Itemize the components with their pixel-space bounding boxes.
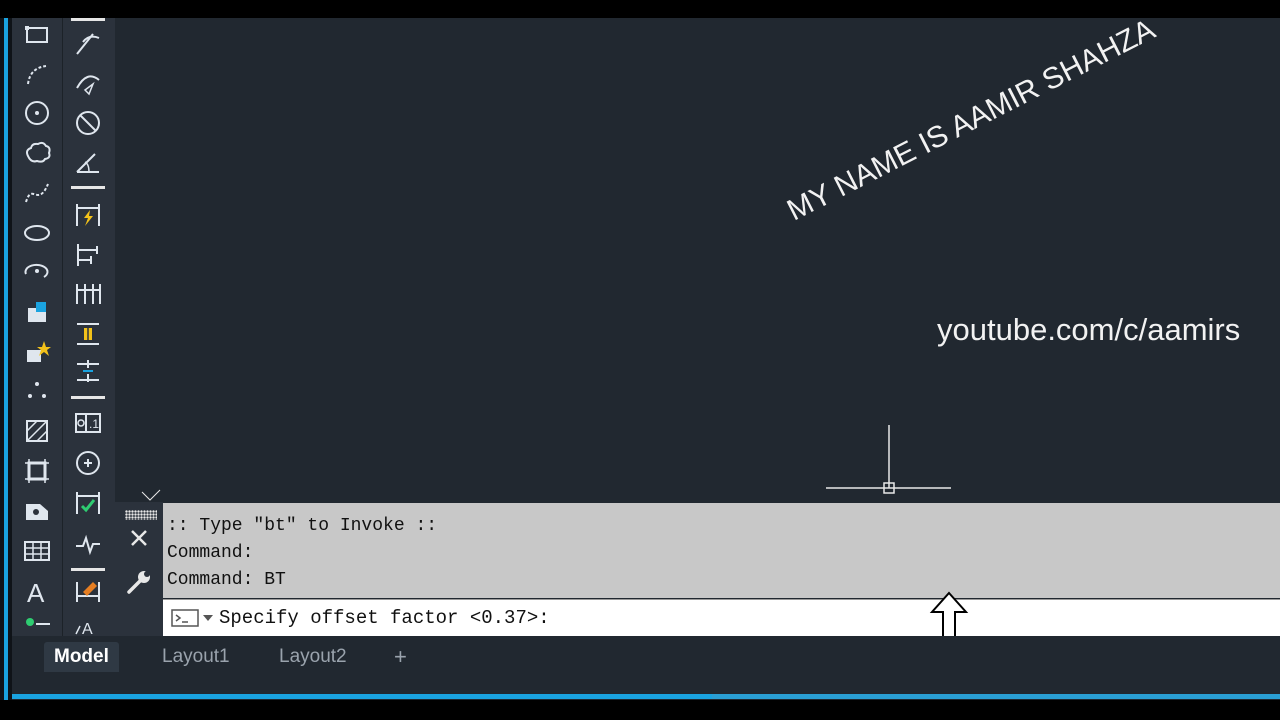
history-line: Command: BT [167, 570, 286, 590]
drawing-canvas[interactable] [115, 18, 1280, 502]
drag-grip-icon[interactable] [125, 510, 157, 520]
make-block-icon[interactable] [19, 336, 55, 370]
wipeout-icon[interactable] [19, 494, 55, 528]
command-prompt-icon[interactable] [171, 609, 217, 627]
table-icon[interactable] [19, 534, 55, 568]
revision-cloud-icon[interactable] [19, 136, 55, 170]
ellipse-icon[interactable] [19, 216, 55, 250]
dim-update-icon[interactable] [70, 574, 106, 608]
toolbar-divider [71, 396, 105, 399]
dim-break-icon[interactable] [70, 354, 106, 388]
arc-icon[interactable] [19, 58, 55, 92]
dim-arc-icon[interactable] [70, 26, 106, 60]
multiline-text-icon[interactable]: A [19, 574, 55, 608]
tab-layout1[interactable]: Layout1 [152, 642, 240, 672]
insert-block-icon[interactable] [19, 296, 55, 330]
command-history: :: Type "bt" to Invoke :: Command: Comma… [163, 503, 1280, 598]
center-mark-icon[interactable] [70, 446, 106, 480]
inspect-icon[interactable] [70, 486, 106, 520]
circle-icon[interactable] [19, 96, 55, 130]
customize-wrench-icon[interactable] [125, 568, 153, 596]
layout-tab-bar: Model Layout1 Layout2 + [12, 636, 1280, 696]
draw-toolbar: A [12, 18, 62, 638]
hatch-icon[interactable] [19, 414, 55, 448]
dim-text-edit-icon[interactable]: A [70, 614, 106, 638]
dimension-toolbar: .1 A [62, 18, 115, 638]
add-selected-icon[interactable] [19, 612, 55, 636]
command-line-controls [115, 502, 163, 636]
command-prompt-text: Specify offset factor <0.37>: [219, 607, 550, 629]
quick-dim-icon[interactable] [70, 198, 106, 232]
dim-continue-icon[interactable] [70, 276, 106, 310]
add-layout-button[interactable]: + [384, 642, 417, 672]
rectangle-icon[interactable] [19, 18, 55, 52]
toolbar-divider [71, 186, 105, 189]
region-icon[interactable] [19, 454, 55, 488]
tolerance-icon[interactable]: .1 [70, 406, 106, 440]
crosshair-cursor-icon [141, 425, 951, 501]
jogged-linear-icon[interactable] [70, 526, 106, 560]
dim-space-icon[interactable] [70, 316, 106, 350]
toolbar-divider [71, 568, 105, 571]
ellipse-arc-icon[interactable] [19, 254, 55, 288]
tab-model[interactable]: Model [44, 642, 119, 672]
svg-text:.1: .1 [89, 417, 99, 431]
svg-text:A: A [27, 578, 45, 606]
command-input[interactable]: Specify offset factor <0.37>: [163, 599, 1280, 637]
window-left-border [0, 18, 12, 700]
dim-angular-icon[interactable] [70, 146, 106, 180]
close-icon[interactable] [127, 526, 151, 550]
dim-arc-length-icon[interactable] [70, 66, 106, 100]
tab-layout2[interactable]: Layout2 [269, 642, 357, 672]
toolbar-divider [71, 18, 105, 21]
history-line: Command: [167, 543, 254, 563]
window-bottom-border [12, 694, 712, 699]
dim-diameter-icon[interactable] [70, 106, 106, 140]
point-icon[interactable] [19, 374, 55, 408]
spline-icon[interactable] [19, 176, 55, 210]
window-bottom-border [712, 694, 1280, 699]
history-line: :: Type "bt" to Invoke :: [167, 516, 438, 536]
dim-baseline-icon[interactable] [70, 238, 106, 272]
url-cad-text: youtube.com/c/aamirs [937, 312, 1241, 347]
